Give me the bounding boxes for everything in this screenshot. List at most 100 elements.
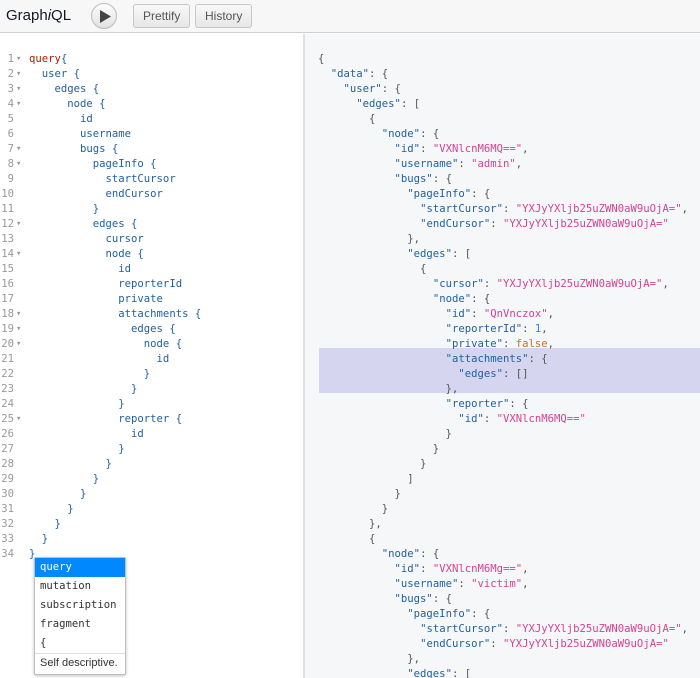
- result-line: "startCursor": "YXJyYXljb25uZWN0aW9uOjA=…: [318, 622, 688, 637]
- line-number: 1: [7, 53, 14, 65]
- code-text: reporterId: [29, 278, 183, 290]
- punctuation: ,: [522, 578, 529, 590]
- editor-line: 14 ▾ node {: [0, 247, 300, 262]
- json-key: "private": [445, 338, 503, 350]
- history-button[interactable]: History: [195, 4, 253, 28]
- result-line: }: [318, 457, 426, 472]
- title-prefix: Graph: [6, 7, 48, 24]
- code-text: id: [29, 263, 132, 275]
- autocomplete-item[interactable]: query: [35, 558, 125, 577]
- punctuation: :: [502, 338, 516, 350]
- punctuation: : [: [451, 668, 472, 678]
- punctuation: [318, 548, 382, 560]
- result-line: }: [318, 487, 401, 502]
- editor-line: 5 id: [0, 112, 300, 127]
- result-line: "node": {: [318, 127, 439, 142]
- line-number: 9: [7, 173, 14, 185]
- punctuation: [318, 203, 420, 215]
- editor-line: 2 ▾ user {: [0, 67, 300, 82]
- result-line: {: [318, 112, 375, 127]
- fold-arrow-icon[interactable]: ▾: [16, 322, 21, 337]
- json-key: "username": [394, 158, 459, 170]
- result-line: "cursor": "YXJyYXljb25uZWN0aW9uOjA=",: [318, 277, 669, 292]
- punctuation: }: [318, 503, 389, 515]
- line-number: 31: [1, 503, 14, 515]
- fold-arrow-icon[interactable]: ▾: [16, 247, 21, 262]
- result-line: }: [318, 502, 388, 517]
- punctuation: }: [318, 458, 427, 470]
- fold-arrow-icon[interactable]: ▾: [16, 307, 21, 322]
- result-line: "edges": [: [318, 667, 471, 678]
- result-viewer: { "data": { "user": { "edges": [ { "node…: [304, 34, 700, 678]
- punctuation: ,: [547, 338, 555, 350]
- result-line: },: [318, 517, 382, 532]
- fold-arrow-icon[interactable]: ▾: [16, 337, 21, 352]
- json-key: "bugs": [394, 173, 433, 185]
- run-button[interactable]: [91, 3, 117, 29]
- code-text: pageInfo {: [29, 158, 157, 170]
- punctuation: :: [490, 638, 503, 650]
- punctuation: :: [483, 413, 497, 425]
- fold-arrow-icon[interactable]: ▾: [16, 412, 21, 427]
- code-text: node {: [29, 98, 106, 110]
- json-key: "edges": [356, 98, 401, 110]
- line-number: 16: [1, 278, 14, 290]
- json-key: "startCursor": [420, 203, 503, 215]
- json-string: "VXNlcnM6MQ==": [432, 143, 523, 155]
- autocomplete-description: Self descriptive.: [35, 653, 125, 674]
- punctuation: },: [318, 383, 459, 395]
- editor-line: 17 private: [0, 292, 300, 307]
- punctuation: :: [502, 623, 516, 635]
- json-key: "data": [330, 68, 370, 80]
- autocomplete-item[interactable]: {: [35, 634, 125, 653]
- autocomplete-item[interactable]: mutation: [35, 577, 125, 596]
- line-number: 6: [7, 128, 14, 140]
- json-key: "edges": [458, 368, 503, 380]
- result-line: "edges": [: [318, 97, 420, 112]
- punctuation: :: [502, 203, 516, 215]
- punctuation: [318, 623, 420, 635]
- result-line: },: [318, 232, 420, 247]
- punctuation: [318, 368, 458, 380]
- prettify-button[interactable]: Prettify: [133, 4, 191, 28]
- punctuation: :: [522, 323, 535, 335]
- json-key: "id": [394, 143, 421, 155]
- fold-arrow-icon[interactable]: ▾: [16, 52, 21, 67]
- fold-arrow-icon[interactable]: ▾: [16, 217, 21, 232]
- punctuation: :: [471, 308, 484, 320]
- json-string: "victim": [471, 578, 523, 590]
- fold-arrow-icon[interactable]: ▾: [16, 67, 21, 82]
- line-number: 23: [1, 383, 14, 395]
- editor-line: 28 }: [0, 457, 300, 472]
- fold-arrow-icon[interactable]: ▾: [16, 142, 21, 157]
- punctuation: : {: [471, 293, 491, 305]
- line-number: 7: [7, 143, 14, 155]
- result-line: "edges": [: [318, 247, 471, 262]
- fold-arrow-icon[interactable]: ▾: [16, 157, 21, 172]
- json-key: "id": [445, 308, 472, 320]
- code-text: edges {: [29, 83, 100, 95]
- fold-arrow-icon[interactable]: ▾: [16, 82, 21, 97]
- fold-arrow-icon[interactable]: ▾: [16, 97, 21, 112]
- punctuation: {: [318, 263, 427, 275]
- line-number: 34: [1, 548, 14, 560]
- code-text: query{: [29, 52, 67, 67]
- punctuation: :: [483, 278, 497, 290]
- autocomplete-item[interactable]: subscription: [35, 596, 125, 615]
- punctuation: [318, 593, 395, 605]
- line-number: 26: [1, 428, 14, 440]
- punctuation: [318, 413, 458, 425]
- line-number: 25: [1, 413, 14, 425]
- json-key: "node": [381, 548, 421, 560]
- editor-line: 1 ▾ query{: [0, 52, 300, 67]
- keyword: query: [29, 53, 61, 65]
- autocomplete-item[interactable]: fragment: [35, 615, 125, 634]
- code-text: endCursor: [29, 188, 163, 200]
- punctuation: [318, 668, 407, 678]
- editor-line: 27 }: [0, 442, 300, 457]
- punctuation: :: [458, 158, 472, 170]
- line-number: 21: [1, 353, 14, 365]
- code-text: reporter {: [29, 413, 183, 425]
- json-key: "endCursor": [420, 638, 491, 650]
- punctuation: :: [420, 563, 433, 575]
